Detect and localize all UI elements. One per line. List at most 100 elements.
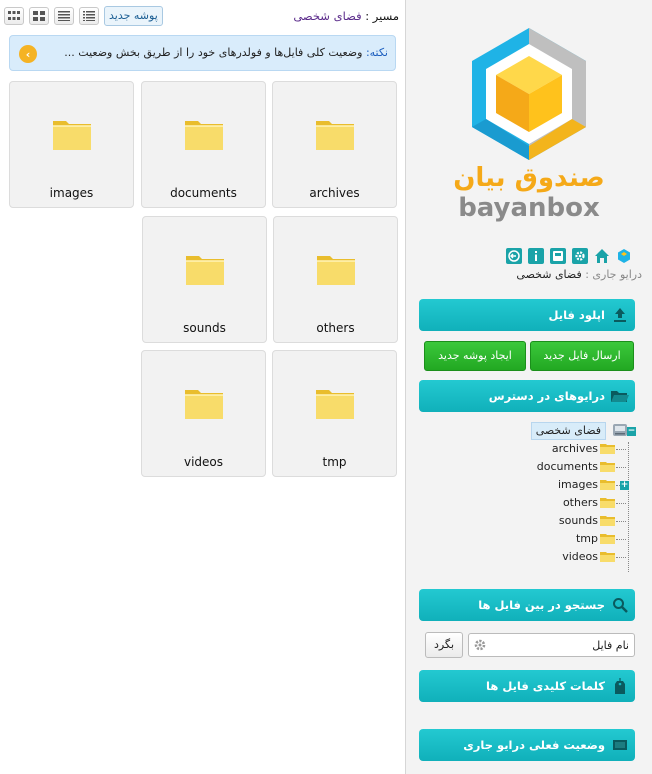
folder-name: others [316, 321, 355, 335]
new-folder-button[interactable]: پوشه جدید [104, 6, 163, 26]
folder-tile[interactable]: tmp [272, 350, 397, 477]
folder-name: sounds [183, 321, 226, 335]
note-label: نکته: [365, 46, 388, 59]
search-field [468, 633, 635, 657]
folder-icon [600, 534, 615, 544]
search-button[interactable]: بگرد [425, 632, 463, 658]
folder-icon [600, 498, 615, 508]
tree-item[interactable]: archives [506, 441, 626, 457]
path-label: مسیر : [365, 9, 399, 23]
folder-icon [600, 552, 615, 562]
upload-section-title: اپلود فایل [548, 308, 605, 322]
tree-item-label: videos [562, 550, 598, 563]
folder-icon [317, 256, 355, 285]
send-file-button[interactable]: ارسال فایل جدید [530, 341, 634, 371]
view-details-button[interactable] [79, 7, 99, 25]
current-drive-label: درایو جاری : [585, 268, 642, 281]
note-banner: ‹ نکته: وضعیت کلی فایل‌ها و فولدرهای خود… [9, 35, 396, 71]
logo-text-en: bayanbox [458, 193, 600, 222]
folder-tile[interactable]: images [9, 81, 134, 208]
tree-line [628, 442, 629, 572]
folder-name: documents [170, 186, 237, 200]
folder-tile[interactable]: archives [272, 81, 397, 208]
tree-item[interactable]: others [506, 495, 626, 511]
grid-small-icon [8, 11, 20, 20]
drive-icon[interactable] [550, 248, 566, 264]
main-panel: پوشه جدید مسیر : فضای شخصی ‹ نکته: وضعیت… [0, 0, 405, 774]
tree-item[interactable]: + images [506, 477, 629, 493]
gear-icon[interactable] [473, 638, 487, 652]
info-icon[interactable] [528, 248, 544, 264]
collapse-icon[interactable]: − [627, 427, 636, 436]
tree-item-label: archives [551, 442, 598, 455]
status-section-title: وضعیت فعلی درایو جاری [463, 738, 605, 752]
tree-item-label: documents [536, 460, 598, 473]
folder-name: images [49, 186, 94, 200]
search-input[interactable] [493, 636, 631, 654]
folder-icon [600, 516, 615, 526]
list-icon [58, 11, 70, 21]
drives-section-header[interactable]: درایوهای در دسترس [419, 380, 635, 412]
folder-tile[interactable]: videos [141, 350, 266, 477]
folder-name: tmp [322, 455, 347, 469]
status-section-header[interactable]: وضعیت فعلی درایو جاری [419, 729, 635, 761]
keywords-section-title: کلمات کلیدی فایل ها [486, 679, 605, 693]
folder-icon [185, 390, 223, 419]
drive-status-icon [611, 736, 629, 754]
drives-section-title: درایوهای در دسترس [488, 389, 605, 403]
upload-icon [611, 306, 629, 324]
tag-icon [611, 677, 629, 695]
tree-root-item[interactable]: فضای شخصی [530, 422, 606, 440]
folder-icon [53, 121, 91, 150]
folder-tree: − فضای شخصی archives documents + images … [506, 420, 636, 572]
folder-icon [600, 480, 615, 490]
folder-icon [316, 390, 354, 419]
folder-tile[interactable]: documents [141, 81, 266, 208]
view-list-button[interactable] [54, 7, 74, 25]
search-section-title: جستجو در بین فایل ها [478, 598, 605, 612]
create-folder-button[interactable]: ایجاد پوشه جدید [424, 341, 526, 371]
tree-item-label: sounds [558, 514, 598, 527]
current-drive: درایو جاری : فضای شخصی [516, 268, 642, 281]
settings-icon[interactable] [572, 248, 588, 264]
tree-item[interactable]: documents [506, 459, 626, 475]
breadcrumb: مسیر : فضای شخصی [293, 9, 399, 23]
view-grid-large-button[interactable] [29, 7, 49, 25]
search-section-header[interactable]: جستجو در بین فایل ها [419, 589, 635, 621]
drive-root-icon [613, 424, 627, 436]
logo-small-icon[interactable] [616, 248, 632, 264]
bayanbox-logo: صندوق بیان bayanbox [453, 28, 605, 222]
upload-section-header[interactable]: اپلود فایل [419, 299, 635, 331]
top-toolbar: پوشه جدید مسیر : فضای شخصی [4, 6, 399, 26]
sidebar: صندوق بیان bayanbox درایو جاری : فضای شخ… [405, 0, 652, 774]
folder-icon [316, 121, 354, 150]
path-value[interactable]: فضای شخصی [293, 9, 361, 23]
folder-open-icon [611, 387, 629, 405]
folder-icon [185, 121, 223, 150]
logout-icon[interactable] [506, 248, 522, 264]
note-text: وضعیت کلی فایل‌ها و فولدرهای خود را از ط… [64, 46, 363, 59]
arrow-left-icon[interactable]: ‹ [19, 45, 37, 63]
sidebar-toolbar [472, 248, 632, 264]
home-icon[interactable] [594, 248, 610, 264]
folder-name: videos [183, 455, 224, 469]
tree-item[interactable]: tmp [506, 531, 626, 547]
folder-icon [600, 462, 615, 472]
folder-tile[interactable]: others [273, 216, 398, 343]
view-grid-small-button[interactable] [4, 7, 24, 25]
tree-item[interactable]: videos [506, 549, 626, 565]
details-icon [83, 11, 95, 21]
expand-icon[interactable]: + [620, 481, 629, 490]
tree-item[interactable]: sounds [506, 513, 626, 529]
logo-text-fa: صندوق بیان [453, 163, 605, 193]
tree-item-label: others [562, 496, 598, 509]
tree-item-label: tmp [575, 532, 598, 545]
folder-icon [600, 444, 615, 454]
folder-icon [186, 256, 224, 285]
keywords-section-header[interactable]: کلمات کلیدی فایل ها [419, 670, 635, 702]
grid-large-icon [33, 11, 45, 21]
folder-name: archives [309, 186, 360, 200]
folder-tile[interactable]: sounds [142, 216, 267, 343]
tree-item-label: images [558, 478, 598, 491]
search-icon [611, 596, 629, 614]
